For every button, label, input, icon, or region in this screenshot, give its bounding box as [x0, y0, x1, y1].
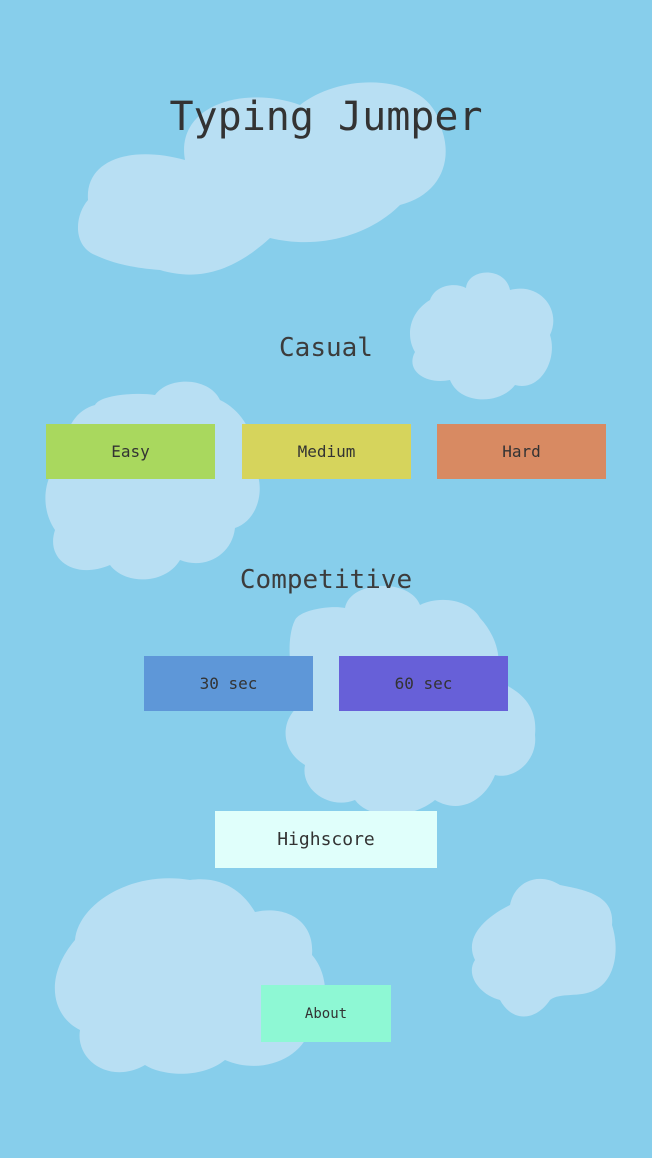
- thirty-sec-button[interactable]: 30 sec: [144, 656, 313, 711]
- competitive-heading: Competitive: [239, 565, 413, 595]
- medium-button[interactable]: Medium: [242, 424, 411, 479]
- highscore-button[interactable]: Highscore: [215, 811, 437, 868]
- sixty-sec-button[interactable]: 60 sec: [339, 656, 508, 711]
- about-button[interactable]: About: [261, 985, 391, 1042]
- game-title: Typing Jumper: [169, 94, 483, 140]
- easy-button[interactable]: Easy: [46, 424, 215, 479]
- cloud-left-mid: [45, 381, 260, 580]
- cloud-bottom-right: [471, 878, 616, 1017]
- cloud-bottom-left: [54, 878, 326, 1074]
- casual-heading: Casual: [279, 333, 373, 363]
- hard-button[interactable]: Hard: [437, 424, 606, 479]
